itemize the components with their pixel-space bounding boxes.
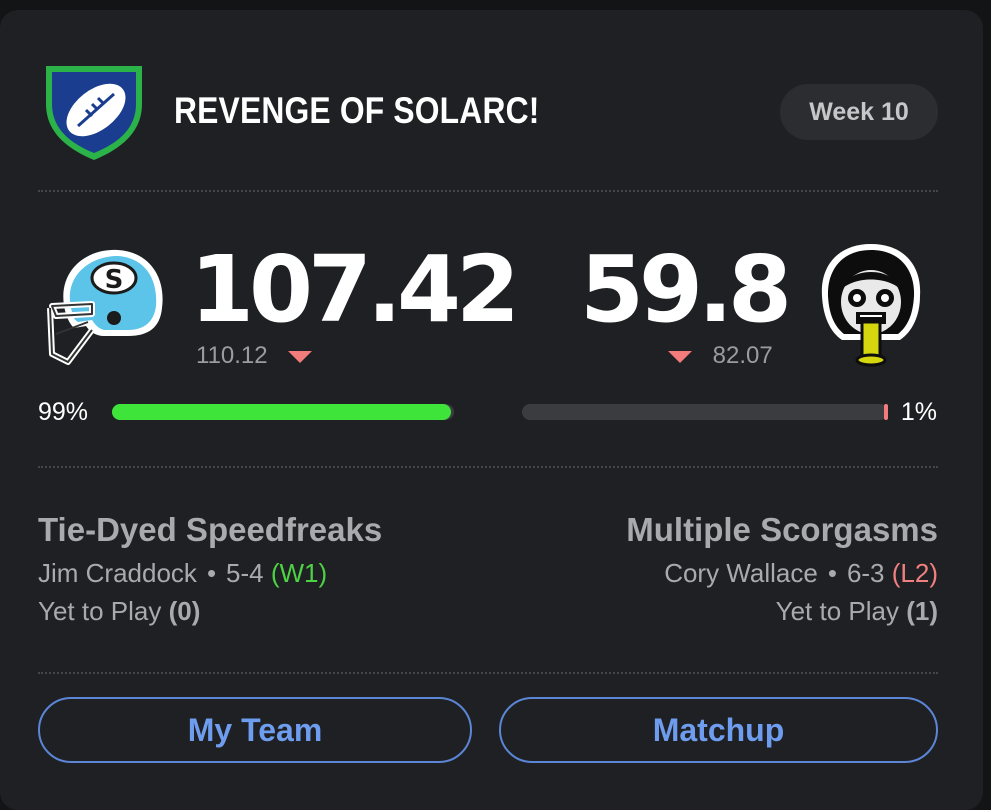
away-win-probability: 1%	[900, 398, 937, 426]
home-projected-row: 110.12	[196, 340, 313, 372]
home-win-probability: 99%	[38, 398, 89, 426]
cartoon-face-avatar[interactable]	[818, 240, 924, 368]
week-badge[interactable]: Week 10	[780, 84, 938, 140]
home-owner-line: Jim Craddock • 5-4 (W1)	[38, 556, 327, 590]
svg-text:S: S	[105, 265, 124, 295]
down-arrow-icon	[668, 350, 692, 363]
away-win-bar-fill	[884, 404, 888, 420]
home-yet-to-play: Yet to Play (0)	[38, 594, 200, 628]
away-yet-to-play-count: (1)	[906, 596, 938, 626]
home-record: 5-4	[226, 558, 264, 588]
yet-to-play-label: Yet to Play	[775, 596, 899, 626]
yet-to-play-label: Yet to Play	[38, 596, 162, 626]
away-projected: 82.07	[712, 342, 773, 369]
divider-bottom	[38, 672, 938, 674]
football-helmet-icon[interactable]: S	[44, 244, 168, 366]
league-title: REVENGE OF SOLARC!	[174, 90, 540, 131]
home-score: 107.42	[190, 236, 520, 343]
away-team-name[interactable]: Multiple Scorgasms	[626, 508, 938, 552]
separator-dot: •	[206, 558, 217, 588]
home-win-bar	[112, 404, 454, 420]
away-owner: Cory Wallace	[664, 558, 818, 588]
my-team-button[interactable]: My Team	[38, 697, 472, 763]
down-arrow-icon	[288, 350, 313, 363]
away-record: 6-3	[846, 558, 885, 588]
away-score: 59.8	[580, 236, 792, 343]
away-yet-to-play: Yet to Play (1)	[776, 594, 938, 628]
away-projected-row: 82.07	[668, 340, 773, 372]
home-streak: (W1)	[270, 558, 328, 588]
divider-top	[38, 190, 938, 192]
home-team-name[interactable]: Tie-Dyed Speedfreaks	[38, 508, 382, 552]
divider-middle	[38, 466, 938, 468]
away-streak: (L2)	[891, 558, 938, 588]
separator-dot: •	[827, 558, 837, 588]
home-owner: Jim Craddock	[38, 558, 197, 588]
matchup-button[interactable]: Matchup	[499, 697, 938, 763]
away-win-bar	[522, 404, 888, 420]
home-yet-to-play-count: (0)	[168, 596, 201, 626]
away-owner-line: Cory Wallace • 6-3 (L2)	[664, 556, 938, 590]
home-projected: 110.12	[196, 342, 268, 369]
league-shield-icon	[46, 66, 142, 160]
home-win-bar-fill	[112, 404, 451, 420]
